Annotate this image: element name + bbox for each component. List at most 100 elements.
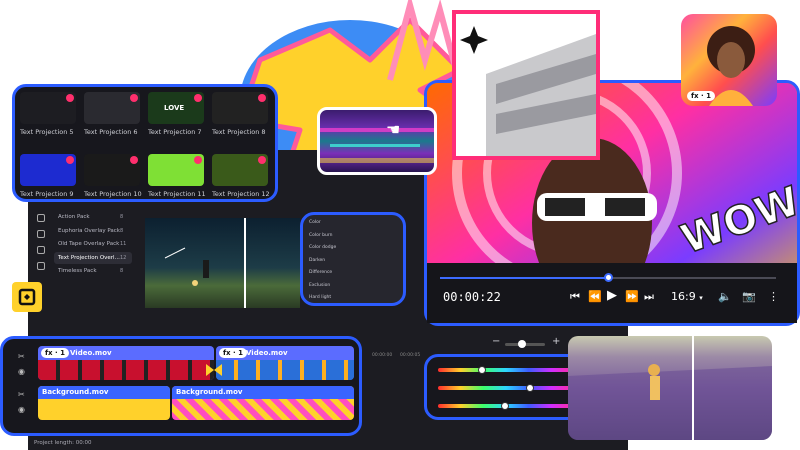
volume-icon[interactable]: 🔈 [718,290,732,303]
fx-badge: fx · 1 [219,348,247,358]
clip-name: Background.mov [42,388,109,396]
timecode: 00:00:22 [443,290,501,304]
more-icon[interactable]: ⋮ [768,290,779,303]
timer-icon[interactable] [37,230,45,238]
lavender-artwork [568,336,772,440]
pack-item[interactable]: Old Tape Overlay Pack [58,241,119,247]
premium-crown-icon [66,156,74,164]
background-clip[interactable]: Background.mov [172,386,354,420]
premium-crown-icon [130,156,138,164]
night-sky-artwork [164,218,246,308]
before-after-preview[interactable] [145,218,300,308]
video-clip[interactable]: fx · 1 Video.mov [216,346,354,380]
blend-mode-option[interactable]: Color [309,220,321,225]
effect-thumbnail[interactable] [212,92,268,124]
thumbnail-label: Text Projection 8 [212,128,266,136]
fx-badge: fx · 1 [687,91,715,101]
fast-forward-icon[interactable]: ⏩ [625,290,639,303]
audio-icon[interactable] [37,246,45,254]
thumbnail-label: Text Projection 9 [20,190,74,198]
scissors-icon[interactable]: ✂ [18,390,25,399]
play-icon[interactable]: ▶ [607,288,617,303]
scrub-handle[interactable] [604,273,613,282]
zoom-out-icon[interactable]: − [492,336,500,347]
hand-cursor-icon: ☚ [386,120,401,139]
glitch-effect-preview[interactable]: ☚ [317,107,437,175]
clip-thumbnails [38,360,214,380]
fx-preview-card[interactable]: fx · 1 [681,14,777,106]
effects-icon[interactable] [37,214,45,222]
skip-forward-icon[interactable]: ⏭ [644,290,654,304]
pack-count: 12 [120,254,127,261]
project-length: Project length: 00:00 [34,440,92,446]
hue-slider-handle[interactable] [477,366,486,374]
pack-item[interactable]: Text Projection Overl... [58,255,120,261]
app-logo-icon [12,282,42,312]
effect-frame-preview [452,10,600,160]
thumbnail-text: LOVE [164,104,185,112]
clip-thumbnails [216,360,354,380]
pack-count: 8 [120,227,124,234]
transitions-icon[interactable] [37,262,45,270]
zoom-handle[interactable] [518,340,526,348]
pack-count: 11 [120,241,127,247]
blend-mode-option[interactable]: Exclusion [309,283,330,288]
clip-name: Video.mov [246,349,288,357]
blend-mode-option[interactable]: Difference [309,270,332,275]
pack-count: 8 [120,268,124,274]
effect-thumbnail[interactable] [212,154,268,186]
chevron-down-icon: ▾ [699,294,703,302]
pack-item[interactable]: Euphoria Overlay Pack [58,228,120,234]
glitch-artwork [320,128,434,163]
hue-slider-track[interactable] [438,368,574,372]
clip-name: Background.mov [176,388,243,396]
pack-item[interactable]: Timeless Pack [58,268,97,274]
lavender-field-preview[interactable] [568,336,772,440]
effect-thumbnail[interactable] [84,154,140,186]
zoom-in-icon[interactable]: + [552,336,560,347]
premium-crown-icon [66,94,74,102]
effect-thumbnail[interactable] [148,154,204,186]
rewind-icon[interactable]: ⏪ [588,290,602,303]
thumbnail-label: Text Projection 12 [212,190,270,198]
thumbnail-label: Text Projection 5 [20,128,74,136]
split-divider[interactable] [244,218,246,308]
blend-mode-option[interactable]: Color burn [309,233,333,238]
hue-slider-track[interactable] [438,386,574,390]
premium-crown-icon [130,94,138,102]
blend-mode-option[interactable]: Color dodge [309,245,336,250]
thumbnail-label: Text Projection 7 [148,128,202,136]
pack-count: 8 [120,214,124,220]
premium-crown-icon [258,156,266,164]
frame-artwork [456,14,596,156]
effect-thumbnail[interactable] [20,154,76,186]
aspect-ratio-value: 16:9 [671,290,696,303]
blend-mode-option[interactable]: Darken [309,258,325,263]
aspect-ratio-select[interactable]: 16:9 ▾ [671,290,703,303]
pack-item[interactable]: Action Pack [58,214,90,220]
premium-crown-icon [258,94,266,102]
fx-badge: fx · 1 [41,348,69,358]
ruler-mark: 00:00:05 [400,353,421,358]
effect-thumbnail[interactable]: LOVE [148,92,204,124]
background-clip[interactable]: Background.mov [38,386,170,420]
eye-icon[interactable]: ◉ [18,367,25,376]
effect-thumbnail[interactable] [84,92,140,124]
skip-back-icon[interactable]: ⏮ [570,290,580,304]
split-divider[interactable] [692,336,694,440]
blend-mode-option[interactable]: Hard light [309,295,331,300]
scrub-progress [440,277,608,279]
video-clip[interactable]: fx · 1 Video.mov [38,346,214,380]
hue-slider-handle[interactable] [500,402,509,410]
thumbnail-label: Text Projection 10 [84,190,142,198]
clip-name: Video.mov [70,349,112,357]
premium-crown-icon [194,94,202,102]
thumbnail-label: Text Projection 11 [148,190,206,198]
thumbnail-label: Text Projection 6 [84,128,138,136]
premium-crown-icon [194,156,202,164]
effect-thumbnail[interactable] [20,92,76,124]
scissors-icon[interactable]: ✂ [18,352,25,361]
ruler-mark: 00:00:00 [372,353,393,358]
camera-icon[interactable]: 📷 [742,290,756,303]
eye-icon[interactable]: ◉ [18,405,25,414]
